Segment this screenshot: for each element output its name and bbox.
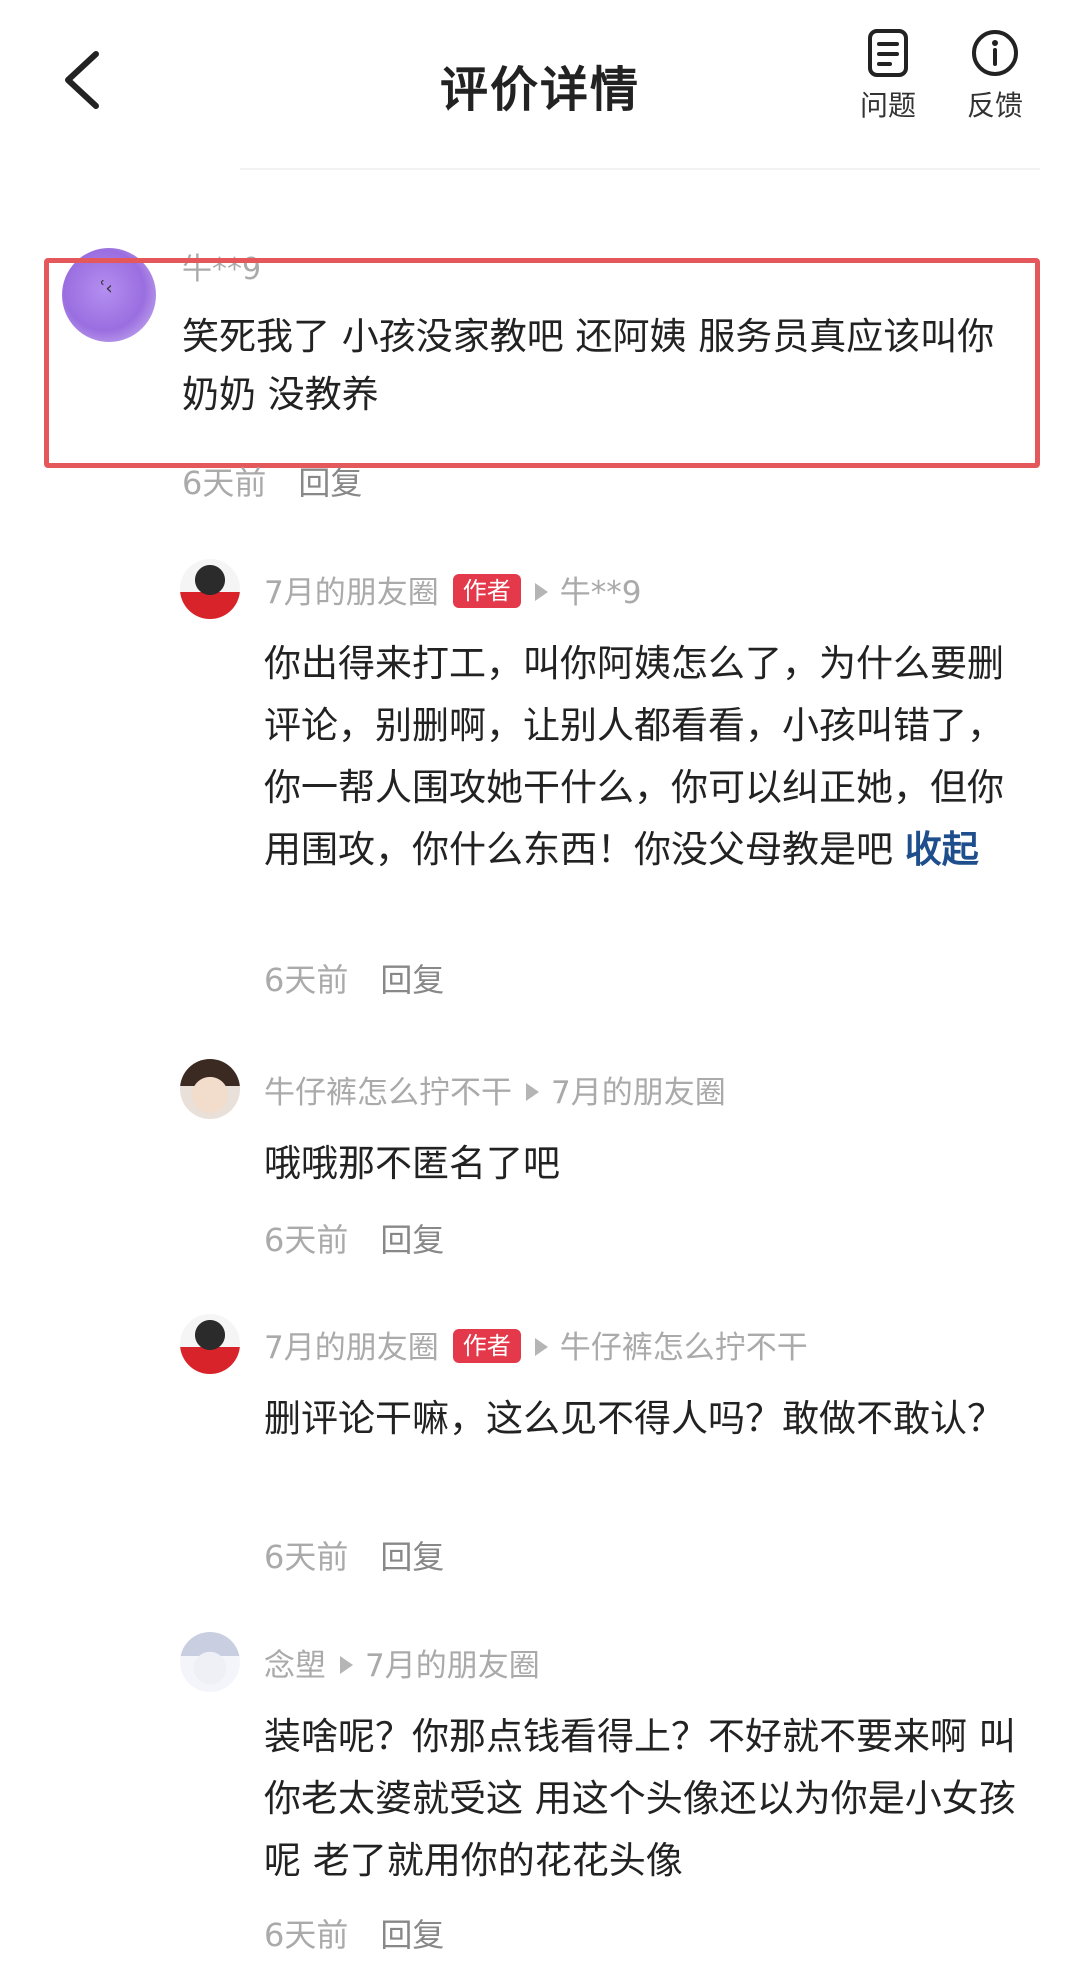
reply-username[interactable]: 7月的朋友圈	[264, 575, 439, 611]
reply-button[interactable]: 回复	[380, 1221, 444, 1259]
collapse-link[interactable]: 收起	[905, 828, 979, 871]
reply-button[interactable]: 回复	[380, 961, 444, 999]
comment-time: 6天前	[264, 961, 349, 999]
reply-header: 7月的朋友圈 作者 牛**9	[264, 567, 641, 612]
reply-button[interactable]: 回复	[380, 1538, 444, 1576]
author-badge: 作者	[452, 1329, 521, 1363]
comment-time: 6天前	[264, 1221, 349, 1259]
feedback-button[interactable]: 反馈	[950, 28, 1040, 124]
reply-username[interactable]: 7月的朋友圈	[264, 1330, 439, 1366]
reply-text: 你出得来打工，叫你阿姨怎么了，为什么要删评论，别删啊，让别人都看看，小孩叫错了，…	[264, 633, 1024, 881]
document-icon	[868, 29, 908, 77]
reply-to-username[interactable]: 7月的朋友圈	[365, 1648, 540, 1684]
reply-to-username[interactable]: 牛仔裤怎么拧不干	[560, 1330, 808, 1366]
back-button[interactable]	[58, 48, 108, 112]
reply-username[interactable]: 牛仔裤怎么拧不干	[264, 1075, 512, 1111]
reply-arrow-icon	[534, 1338, 548, 1356]
problem-label: 问题	[859, 89, 916, 122]
chevron-left-icon	[65, 51, 99, 109]
feedback-label: 反馈	[966, 89, 1023, 122]
reply-text: 删评论干嘛，这么见不得人吗？敢做不敢认？	[264, 1397, 1004, 1440]
avatar[interactable]	[180, 1632, 240, 1692]
reply-header: 念塱 7月的朋友圈	[264, 1640, 540, 1685]
reply-meta: 6天前 回复	[264, 1532, 444, 1578]
reply-arrow-icon	[526, 1083, 539, 1101]
problem-button[interactable]: 问题	[843, 28, 933, 124]
reply-meta: 6天前 回复	[264, 1910, 444, 1956]
reply-button[interactable]: 回复	[380, 1916, 444, 1954]
reply-username[interactable]: 念塱	[264, 1648, 326, 1684]
comment-time: 6天前	[264, 1916, 349, 1954]
reply-to-username[interactable]: 7月的朋友圈	[551, 1075, 726, 1111]
main-comment-text: 笑死我了 小孩没家教吧 还阿姨 服务员真应该叫你奶奶 没教养	[182, 315, 995, 416]
main-comment-meta: 6天前 回复	[182, 458, 362, 504]
info-icon	[972, 30, 1018, 76]
comment-time: 6天前	[182, 464, 267, 502]
reply-text: 哦哦那不匿名了吧	[264, 1142, 560, 1185]
reply-header: 牛仔裤怎么拧不干 7月的朋友圈	[264, 1067, 726, 1112]
reply-meta: 6天前 回复	[264, 1215, 444, 1261]
reply-text-content: 你出得来打工，叫你阿姨怎么了，为什么要删评论，别删啊，让别人都看看，小孩叫错了，…	[264, 642, 1004, 871]
reply-button[interactable]: 回复	[298, 464, 362, 502]
header-divider	[240, 168, 1040, 170]
reply-text: 装啥呢？你那点钱看得上？不好就不要来啊 叫你老太婆就受这 用这个头像还以为你是小…	[264, 1715, 1016, 1882]
avatar[interactable]	[180, 559, 240, 619]
avatar[interactable]	[180, 1314, 240, 1374]
top-bar: 评价详情 问题 反馈	[0, 0, 1080, 170]
reply-to-username[interactable]: 牛**9	[560, 575, 642, 611]
reply-meta: 6天前 回复	[264, 955, 444, 1001]
reply-arrow-icon	[534, 583, 548, 601]
reply-arrow-icon	[340, 1656, 353, 1674]
comment-time: 6天前	[264, 1538, 349, 1576]
avatar[interactable]	[180, 1059, 240, 1119]
author-badge: 作者	[452, 574, 521, 608]
reply-header: 7月的朋友圈 作者 牛仔裤怎么拧不干	[264, 1322, 808, 1367]
